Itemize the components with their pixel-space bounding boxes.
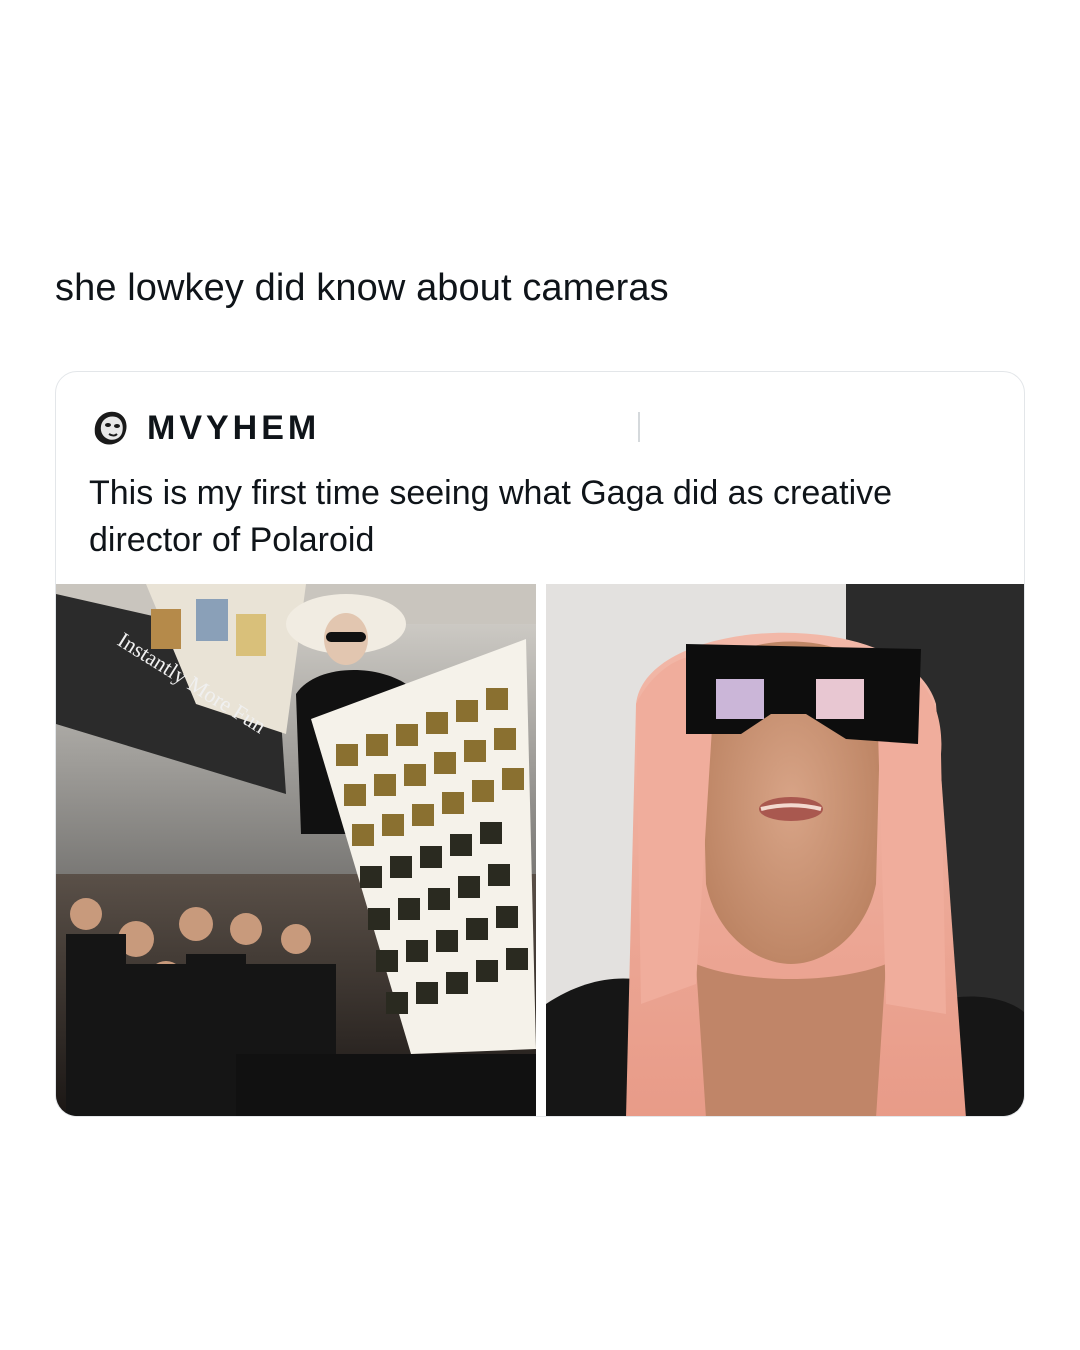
post-caption: she lowkey did know about cameras — [55, 267, 669, 309]
quoted-post-header: MVYHEM — [89, 406, 320, 450]
quoted-post-card[interactable]: MVYHEM This is my first time seeing what… — [55, 371, 1025, 1117]
face-avatar-icon[interactable] — [89, 406, 133, 450]
quoted-author-name[interactable]: MVYHEM — [147, 406, 320, 450]
quoted-post-media: Instantly More Fun — [56, 584, 1024, 1116]
header-divider — [638, 412, 640, 442]
photo-camera-glasses[interactable] — [546, 584, 1024, 1116]
post-container: she lowkey did know about cameras MVYHEM… — [0, 0, 1080, 1350]
quoted-post-text: This is my first time seeing what Gaga d… — [89, 474, 893, 559]
photo-polaroid-event[interactable]: Instantly More Fun — [56, 584, 536, 1116]
